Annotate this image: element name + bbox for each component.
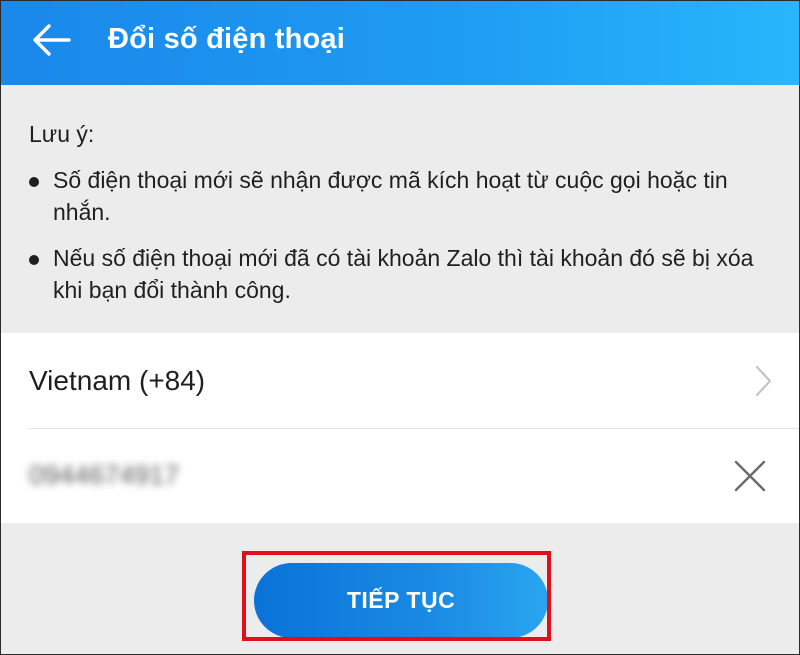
note-item: Số điện thoại mới sẽ nhận được mã kích h…: [29, 164, 773, 228]
phone-row: [1, 429, 799, 523]
app-screen: Đổi số điện thoại Lưu ý: Số điện thoại m…: [0, 0, 800, 655]
arrow-left-icon: [33, 24, 71, 56]
back-button[interactable]: [25, 17, 77, 63]
phone-input[interactable]: [29, 453, 629, 497]
bullet-icon: [29, 177, 39, 187]
phone-form: Vietnam (+84): [1, 333, 799, 523]
note-text: Nếu số điện thoại mới đã có tài khoản Za…: [53, 245, 754, 303]
highlight-annotation: [242, 551, 551, 641]
page-title: Đổi số điện thoại: [108, 23, 346, 55]
country-label: Vietnam (+84): [29, 365, 206, 396]
note-text: Số điện thoại mới sẽ nhận được mã kích h…: [53, 167, 728, 225]
action-area: TIẾP TỤC: [1, 523, 799, 654]
note-item: Nếu số điện thoại mới đã có tài khoản Za…: [29, 242, 773, 306]
clear-button[interactable]: [733, 459, 767, 493]
chevron-right-icon: [755, 365, 772, 397]
app-header: Đổi số điện thoại: [1, 1, 799, 85]
country-selector[interactable]: Vietnam (+84): [1, 333, 799, 428]
close-icon: [734, 460, 766, 492]
notes-section: Lưu ý: Số điện thoại mới sẽ nhận được mã…: [1, 85, 799, 333]
bullet-icon: [29, 255, 39, 265]
notes-heading: Lưu ý:: [29, 121, 95, 147]
